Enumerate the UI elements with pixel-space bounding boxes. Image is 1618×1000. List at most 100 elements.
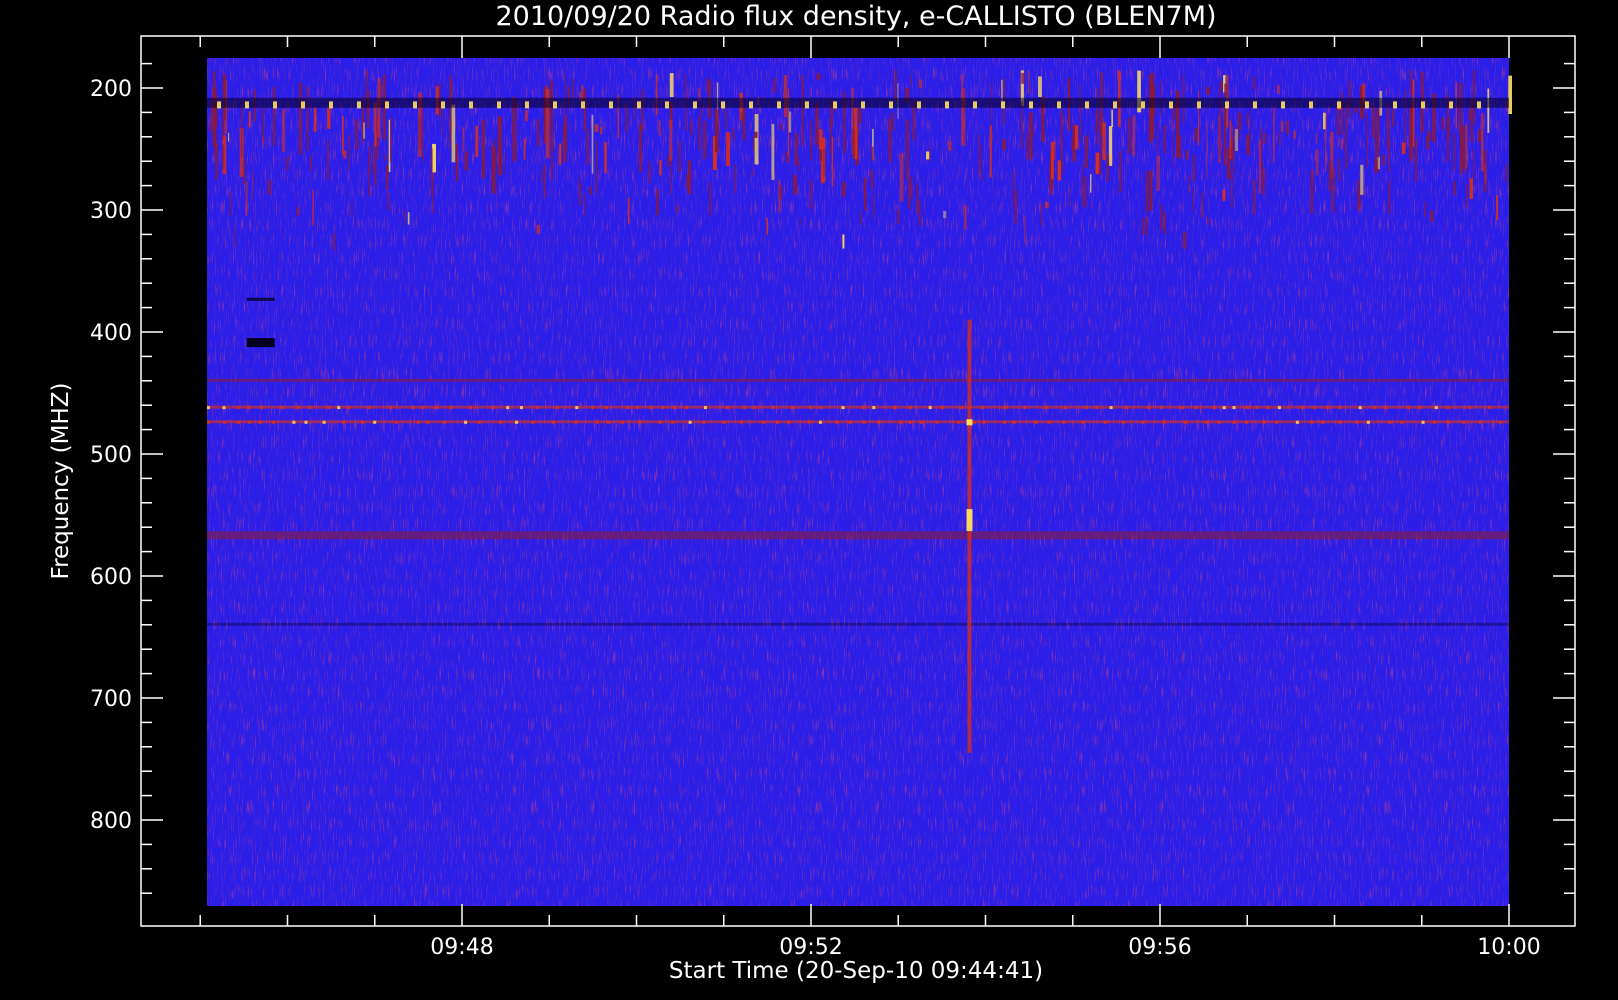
interference-dot <box>1047 420 1051 424</box>
interference-dot <box>702 420 706 424</box>
emission-streak <box>627 197 630 224</box>
interference-dot <box>787 420 791 424</box>
interference-dot <box>776 420 779 424</box>
periodic-marker <box>1365 101 1369 109</box>
interference-dot <box>1358 406 1362 410</box>
interference-dot <box>1300 406 1304 410</box>
interference-dot <box>722 420 726 424</box>
emission-streak <box>559 143 562 165</box>
interference-dot <box>555 406 559 410</box>
emission-streak <box>248 111 251 128</box>
emission-streak <box>1229 148 1234 156</box>
interference-dot <box>1095 406 1099 410</box>
emission-streak <box>1465 183 1468 208</box>
emission-streak <box>1052 141 1056 161</box>
emission-streak <box>1310 170 1314 214</box>
emission-streak <box>1508 75 1512 114</box>
interference-dot <box>426 420 430 424</box>
interference-dot <box>790 406 794 410</box>
emission-streak <box>918 79 923 88</box>
emission-streak <box>1366 114 1368 167</box>
interference-dot <box>575 406 579 410</box>
emission-streak <box>212 71 216 98</box>
emission-streak <box>1157 122 1159 155</box>
interference-dot <box>818 420 822 424</box>
emission-streak <box>594 124 599 132</box>
emission-streak <box>888 118 892 163</box>
interference-dot <box>280 406 284 410</box>
periodic-marker <box>805 101 809 109</box>
periodic-marker <box>1057 101 1061 109</box>
emission-streak <box>1082 164 1084 206</box>
emission-streak <box>703 121 707 160</box>
emission-streak <box>298 82 303 155</box>
interference-dot <box>1204 420 1208 424</box>
periodic-marker <box>273 101 277 109</box>
emission-streak <box>1323 112 1326 130</box>
emission-streak <box>1111 109 1113 127</box>
burst-core <box>966 509 973 532</box>
interference-dot <box>337 406 341 410</box>
periodic-marker <box>1253 101 1257 109</box>
emission-streak <box>595 141 598 193</box>
periodic-marker <box>525 101 529 109</box>
periodic-marker <box>413 101 417 109</box>
emission-streak <box>1387 181 1391 214</box>
periodic-marker <box>217 101 221 109</box>
emission-streak <box>1040 204 1042 226</box>
interference-dot <box>960 406 964 410</box>
emission-streak <box>451 104 456 163</box>
emission-streak <box>740 112 743 123</box>
interference-dot <box>1321 420 1325 424</box>
emission-streak <box>1206 123 1208 179</box>
chart-title: 2010/09/20 Radio flux density, e-CALLIST… <box>495 1 1216 32</box>
emission-streak <box>926 151 930 160</box>
emission-streak <box>229 192 232 216</box>
emission-streak <box>1127 117 1132 154</box>
emission-streak <box>1441 117 1445 130</box>
periodic-marker <box>749 101 753 109</box>
emission-streak <box>1102 122 1106 160</box>
emission-streak <box>698 114 701 150</box>
emission-streak <box>309 155 312 171</box>
emission-streak <box>228 132 230 142</box>
periodic-marker <box>1029 101 1033 109</box>
interference-dot <box>909 406 913 410</box>
interference-dot <box>928 406 932 410</box>
periodic-marker <box>385 101 389 109</box>
emission-streak <box>348 134 350 171</box>
periodic-marker <box>469 101 473 109</box>
interference-dot <box>1147 406 1150 410</box>
emission-streak <box>961 75 964 144</box>
interference-dot <box>972 420 976 424</box>
emission-streak <box>978 133 980 174</box>
emission-streak <box>1481 113 1484 172</box>
emission-streak <box>1068 188 1070 207</box>
absorption-mark <box>246 297 275 301</box>
interference-dot <box>956 420 960 424</box>
interference-dot <box>835 420 839 424</box>
emission-streak <box>648 161 651 184</box>
interference-dot <box>435 406 439 410</box>
emission-streak <box>783 75 788 117</box>
emission-streak <box>1192 154 1196 182</box>
burst-dot <box>966 419 973 426</box>
interference-dot <box>1478 420 1482 424</box>
emission-streak <box>1345 102 1348 169</box>
emission-streak <box>1382 154 1385 166</box>
interference-dot <box>469 406 472 410</box>
interference-dot <box>877 420 881 424</box>
interference-dot <box>416 420 420 424</box>
periodic-marker <box>1197 101 1201 109</box>
interference-dot <box>1446 406 1450 410</box>
emission-streak <box>1108 126 1113 166</box>
interference-dot <box>1062 420 1066 424</box>
emission-streak <box>604 142 607 174</box>
emission-streak <box>1315 149 1319 176</box>
emission-streak <box>1277 85 1280 94</box>
periodic-marker <box>1309 101 1313 109</box>
x-tick-label: 09:52 <box>779 935 842 960</box>
emission-streak <box>1430 210 1434 222</box>
emission-streak <box>1411 106 1414 161</box>
emission-streak <box>585 128 589 166</box>
